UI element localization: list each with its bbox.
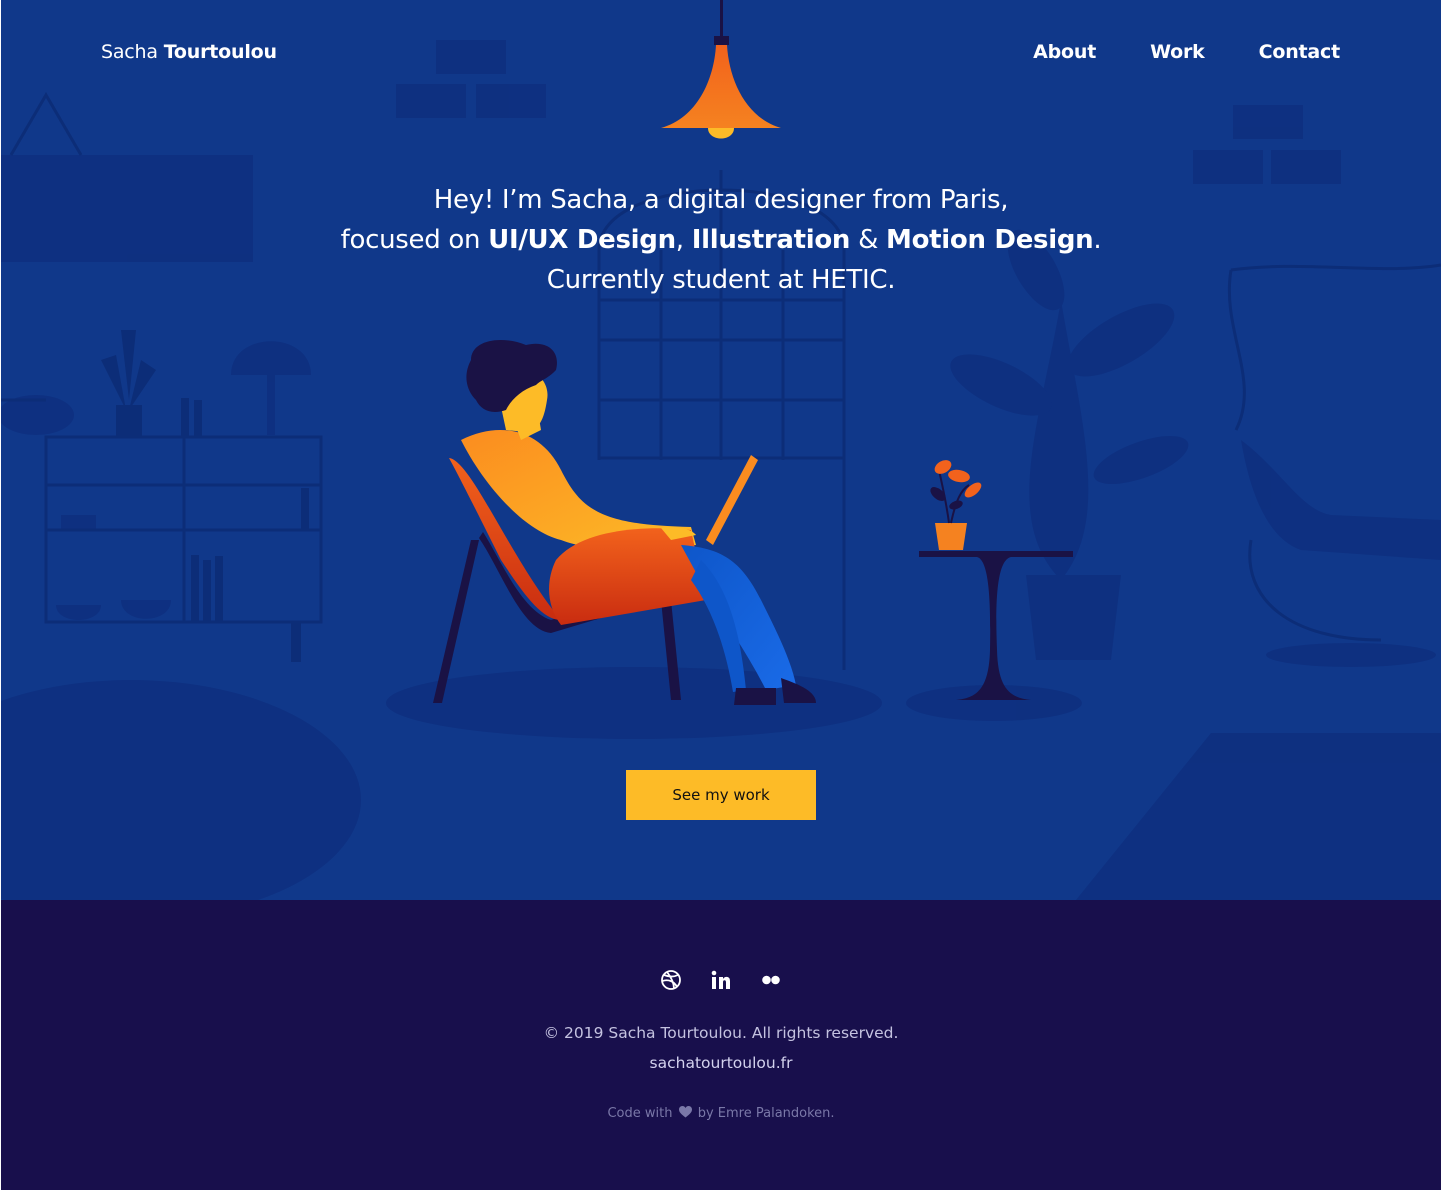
headline-line-3: Currently student at HETIC. — [546, 265, 896, 295]
social-links — [1, 967, 1441, 993]
dribbble-icon[interactable] — [658, 967, 684, 993]
person-illustration — [461, 340, 816, 705]
headline-line-1: Hey! I’m Sacha, a digital designer from … — [433, 185, 1009, 215]
credit-prefix: Code with — [607, 1106, 673, 1121]
credit-suffix: by Emre Palandoken. — [697, 1106, 835, 1121]
see-my-work-button[interactable]: See my work — [626, 770, 816, 820]
nav-link-contact[interactable]: Contact — [1259, 41, 1341, 63]
credit-text: Code with by Emre Palandoken. — [1, 1106, 1441, 1122]
lamp-cord — [720, 0, 723, 40]
flickr-icon[interactable] — [758, 967, 784, 993]
hero-headline: Hey! I’m Sacha, a digital designer from … — [1, 180, 1441, 300]
brand-logo[interactable]: Sacha Tourtoulou — [101, 41, 277, 63]
footer: © 2019 Sacha Tourtoulou. All rights rese… — [1, 900, 1441, 1190]
skill-motion-design: Motion Design — [886, 225, 1094, 255]
skill-uiux: UI/UX Design — [488, 225, 676, 255]
hero-section: Sacha Tourtoulou About Work Contact Hey!… — [1, 0, 1441, 900]
nav-link-work[interactable]: Work — [1150, 41, 1205, 63]
linkedin-icon[interactable] — [708, 967, 734, 993]
nav-link-about[interactable]: About — [1033, 41, 1096, 63]
copyright-text: © 2019 Sacha Tourtoulou. All rights rese… — [543, 1024, 899, 1042]
separator-amp: & — [850, 225, 887, 255]
brand-last-name: Tourtoulou — [163, 41, 277, 63]
separator-period: . — [1093, 225, 1102, 255]
headline-line-2-prefix: focused on — [340, 225, 489, 255]
hero-illustration — [1, 0, 1441, 900]
site-link[interactable]: sachatourtoulou.fr — [1, 1054, 1441, 1072]
heart-icon — [678, 1106, 692, 1122]
separator-comma: , — [675, 225, 692, 255]
brand-first-name: Sacha — [101, 41, 158, 63]
main-nav: About Work Contact — [979, 41, 1340, 63]
skill-illustration: Illustration — [691, 225, 851, 255]
